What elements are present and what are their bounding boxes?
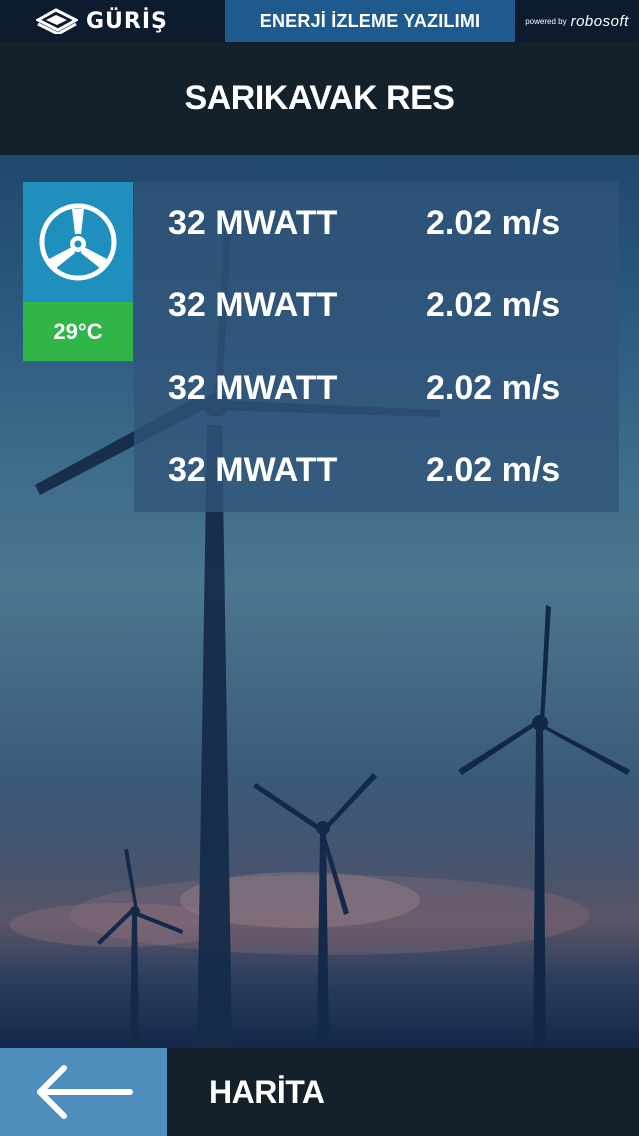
powered-by: powered by robosoft	[515, 0, 639, 42]
readings-panel: 32 MWATT 2.02 m/s 32 MWATT 2.02 m/s 32 M…	[134, 182, 619, 512]
bottom-bar: HARİTA	[0, 1048, 639, 1136]
turbine-icon-box	[23, 182, 133, 302]
status-tile[interactable]: 29°C	[23, 182, 133, 361]
temperature-badge: 29°C	[23, 302, 133, 361]
brand-name: GÜRİŞ	[86, 8, 168, 34]
top-bar: GÜRİŞ ENERJİ İZLEME YAZILIMI powered by …	[0, 0, 639, 42]
robosoft-logo: robosoft	[570, 12, 629, 30]
back-button[interactable]	[0, 1048, 167, 1136]
wind-speed-value: 2.02 m/s	[426, 203, 561, 242]
power-value: 32 MWATT	[168, 368, 338, 407]
reading-row: 32 MWATT 2.02 m/s	[134, 430, 619, 513]
reading-row: 32 MWATT 2.02 m/s	[134, 347, 619, 430]
page-header: SARIKAVAK RES	[0, 42, 639, 155]
wind-speed-value: 2.02 m/s	[426, 286, 561, 325]
wind-speed-value: 2.02 m/s	[426, 451, 561, 490]
turbine-icon	[39, 203, 117, 281]
wind-speed-value: 2.02 m/s	[426, 368, 561, 407]
reading-row: 32 MWATT 2.02 m/s	[134, 182, 619, 265]
guris-logo-icon	[36, 8, 78, 34]
power-value: 32 MWATT	[168, 286, 338, 325]
power-value: 32 MWATT	[168, 203, 338, 242]
power-value: 32 MWATT	[168, 451, 338, 490]
brand: GÜRİŞ	[0, 0, 225, 42]
app-title: ENERJİ İZLEME YAZILIMI	[225, 0, 515, 42]
powered-by-text: powered by	[525, 16, 567, 26]
arrow-left-icon	[36, 1065, 133, 1119]
reading-row: 32 MWATT 2.02 m/s	[134, 265, 619, 348]
map-nav-button[interactable]: HARİTA	[167, 1048, 639, 1136]
page-title: SARIKAVAK RES	[184, 79, 455, 117]
